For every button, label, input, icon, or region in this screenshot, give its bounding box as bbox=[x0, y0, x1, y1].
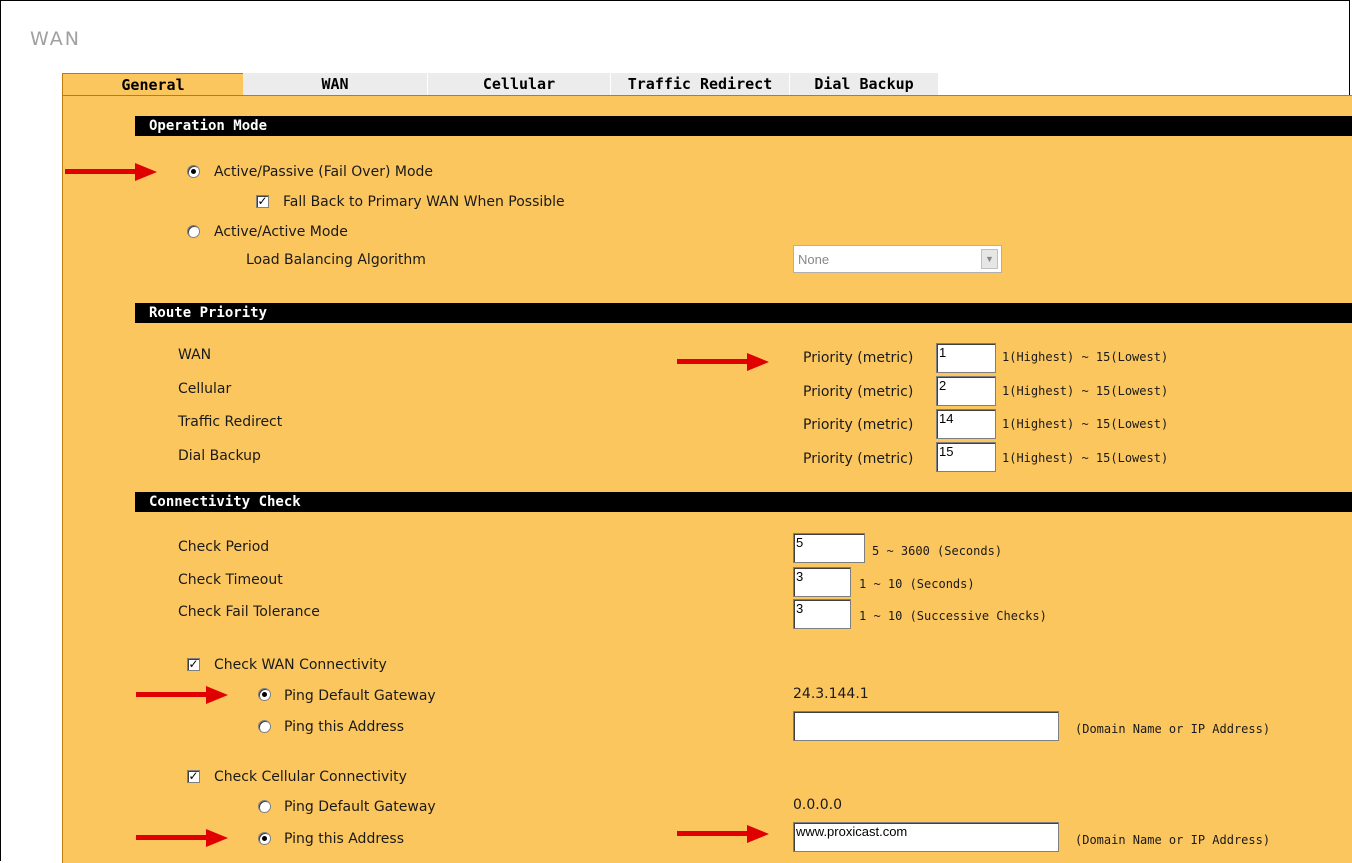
wan-ping-address-label: Ping this Address bbox=[284, 719, 404, 735]
tab-general[interactable]: General bbox=[62, 73, 244, 96]
fail-tolerance-label: Check Fail Tolerance bbox=[178, 604, 320, 620]
cell-gateway-value: 0.0.0.0 bbox=[793, 797, 842, 813]
page-title: WAN bbox=[30, 28, 81, 50]
fallback-label: Fall Back to Primary WAN When Possible bbox=[283, 194, 565, 210]
tab-dial-backup[interactable]: Dial Backup bbox=[790, 73, 939, 95]
wan-ping-address-radio[interactable] bbox=[258, 720, 271, 733]
wan-address-hint: (Domain Name or IP Address) bbox=[1075, 722, 1271, 736]
wan-ping-address-input[interactable] bbox=[793, 711, 1059, 741]
route-name-cellular: Cellular bbox=[178, 381, 232, 397]
check-timeout-label: Check Timeout bbox=[178, 572, 283, 588]
connectivity-check-header: Connectivity Check bbox=[135, 492, 1352, 512]
cell-ping-gateway-label: Ping Default Gateway bbox=[284, 799, 436, 815]
fail-tolerance-input[interactable]: 3 bbox=[793, 599, 851, 629]
cell-address-hint: (Domain Name or IP Address) bbox=[1075, 833, 1271, 847]
cell-ping-address-label: Ping this Address bbox=[284, 831, 404, 847]
load-balancing-select[interactable]: None ▼ bbox=[793, 245, 1002, 273]
check-timeout-input[interactable]: 3 bbox=[793, 567, 851, 597]
route-name-dial-backup: Dial Backup bbox=[178, 448, 261, 464]
load-balancing-value: None bbox=[798, 252, 830, 267]
fallback-checkbox[interactable]: ✓ bbox=[256, 195, 269, 208]
active-passive-label: Active/Passive (Fail Over) Mode bbox=[214, 164, 434, 180]
cellular-priority-input[interactable]: 2 bbox=[936, 376, 996, 406]
priority-range-label: 1(Highest) ~ 15(Lowest) bbox=[1002, 417, 1169, 431]
priority-metric-label: Priority (metric) bbox=[803, 451, 914, 467]
check-cellular-connectivity-label: Check Cellular Connectivity bbox=[214, 769, 407, 785]
priority-range-label: 1(Highest) ~ 15(Lowest) bbox=[1002, 350, 1169, 364]
check-period-label: Check Period bbox=[178, 539, 270, 555]
priority-metric-label: Priority (metric) bbox=[803, 384, 914, 400]
check-cellular-connectivity-checkbox[interactable]: ✓ bbox=[187, 770, 200, 783]
dial-backup-priority-input[interactable]: 15 bbox=[936, 442, 996, 472]
cell-ping-gateway-radio[interactable] bbox=[258, 800, 271, 813]
check-wan-connectivity-checkbox[interactable]: ✓ bbox=[187, 658, 200, 671]
active-active-radio[interactable] bbox=[187, 225, 200, 238]
cell-ping-address-radio[interactable] bbox=[258, 832, 271, 845]
priority-metric-label: Priority (metric) bbox=[803, 417, 914, 433]
check-wan-connectivity-label: Check WAN Connectivity bbox=[214, 657, 387, 673]
check-timeout-range: 1 ~ 10 (Seconds) bbox=[859, 577, 975, 591]
operation-mode-header: Operation Mode bbox=[135, 116, 1352, 136]
priority-range-label: 1(Highest) ~ 15(Lowest) bbox=[1002, 451, 1169, 465]
fail-tolerance-range: 1 ~ 10 (Successive Checks) bbox=[859, 609, 1047, 623]
route-name-traffic-redirect: Traffic Redirect bbox=[178, 414, 283, 430]
load-balancing-label: Load Balancing Algorithm bbox=[246, 252, 426, 268]
wan-priority-input[interactable]: 1 bbox=[936, 343, 996, 373]
tab-wan[interactable]: WAN bbox=[243, 73, 428, 95]
route-priority-header: Route Priority bbox=[135, 303, 1352, 323]
traffic-redirect-priority-input[interactable]: 14 bbox=[936, 409, 996, 439]
priority-range-label: 1(Highest) ~ 15(Lowest) bbox=[1002, 384, 1169, 398]
wan-gateway-value: 24.3.144.1 bbox=[793, 686, 869, 702]
route-name-wan: WAN bbox=[178, 347, 212, 363]
tab-cellular[interactable]: Cellular bbox=[428, 73, 611, 95]
chevron-down-icon: ▼ bbox=[981, 249, 998, 269]
check-period-input[interactable]: 5 bbox=[793, 533, 865, 563]
priority-metric-label: Priority (metric) bbox=[803, 350, 914, 366]
tab-traffic-redirect[interactable]: Traffic Redirect bbox=[611, 73, 790, 95]
wan-ping-gateway-radio[interactable] bbox=[258, 688, 271, 701]
general-panel bbox=[62, 95, 1352, 863]
wan-ping-gateway-label: Ping Default Gateway bbox=[284, 688, 436, 704]
active-passive-radio[interactable] bbox=[187, 165, 200, 178]
active-active-label: Active/Active Mode bbox=[214, 224, 348, 240]
cell-ping-address-input[interactable]: www.proxicast.com bbox=[793, 822, 1059, 852]
check-period-range: 5 ~ 3600 (Seconds) bbox=[872, 544, 1003, 558]
